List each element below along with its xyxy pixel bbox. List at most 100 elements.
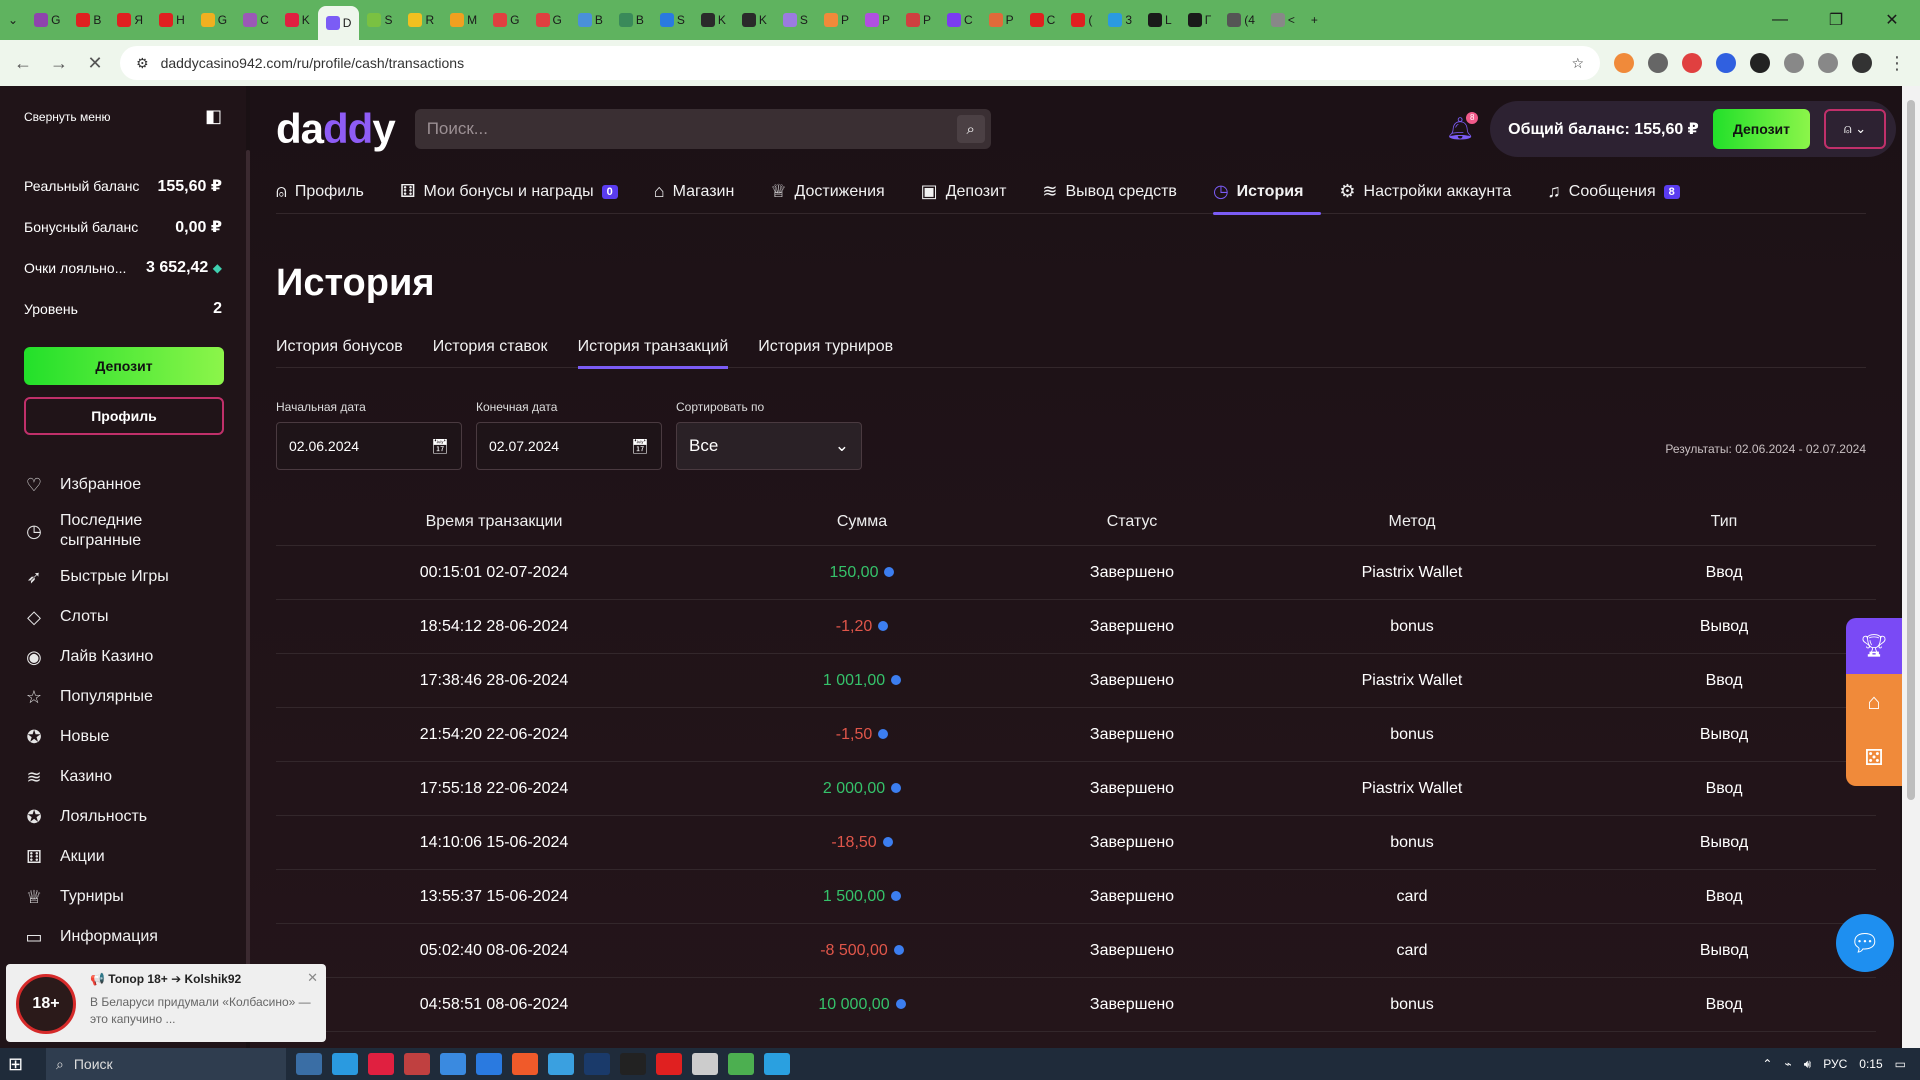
calendar-icon[interactable]: 📅︎ <box>431 438 449 455</box>
app-icon[interactable] <box>404 1053 430 1075</box>
chrome-icon[interactable] <box>728 1053 754 1075</box>
browser-tab[interactable]: K <box>734 6 775 34</box>
task-view-icon[interactable] <box>296 1053 322 1075</box>
opera-icon[interactable] <box>368 1053 394 1075</box>
logo[interactable]: daddy <box>276 105 396 153</box>
kebab-menu-icon[interactable]: ⋮ <box>1886 53 1908 74</box>
puzzle-extensions-icon[interactable] <box>1784 53 1804 73</box>
sidebar-item[interactable]: ≋ Казино <box>24 757 222 797</box>
site-info-icon[interactable]: ⚙ <box>136 55 149 72</box>
notifications-icon[interactable]: ▭ <box>1895 1057 1906 1071</box>
browser-tab[interactable]: C <box>235 6 277 34</box>
nav-tab[interactable]: ▣ Депозит <box>921 170 1025 214</box>
browser-tab[interactable]: S <box>775 6 816 34</box>
history-subtab[interactable]: История бонусов <box>276 326 403 368</box>
nav-tab[interactable]: ⚙ Настройки аккаунта <box>1339 170 1529 214</box>
app-icon[interactable] <box>584 1053 610 1075</box>
browser-tab[interactable]: P <box>981 6 1022 34</box>
notepad-icon[interactable] <box>692 1053 718 1075</box>
edge-icon[interactable] <box>332 1053 358 1075</box>
back-icon[interactable]: ← <box>12 53 34 74</box>
browser-tab[interactable]: M <box>442 6 485 34</box>
nav-tab[interactable]: ♕ Достижения <box>770 170 902 214</box>
browser-tab[interactable]: H <box>151 6 193 34</box>
sort-select[interactable]: Все ⌄ <box>676 422 862 470</box>
app-icon[interactable] <box>620 1053 646 1075</box>
nav-tab[interactable]: ◷ История <box>1212 170 1322 215</box>
scrollbar-thumb[interactable] <box>1907 100 1915 800</box>
shield-extension-icon[interactable] <box>1648 53 1668 73</box>
nav-tab[interactable]: ⚅ Мои бонусы и награды 0 <box>400 170 636 214</box>
sidebar-deposit-button[interactable]: Депозит <box>24 347 224 385</box>
camera-extension-icon[interactable] <box>1682 53 1702 73</box>
sidebar-item[interactable]: ⚅ Акции <box>24 837 222 877</box>
sidebar-item[interactable]: ☆ Популярные <box>24 677 222 717</box>
search-icon[interactable]: ⌕ <box>956 115 985 143</box>
search-input[interactable]: Поиск... <box>427 119 488 139</box>
browser-tab[interactable]: < <box>1263 6 1303 34</box>
browser-tab[interactable]: P <box>898 6 939 34</box>
browser-tab[interactable]: B <box>68 6 109 34</box>
close-icon[interactable]: ✕ <box>307 970 318 986</box>
browser-tab[interactable]: P <box>857 6 898 34</box>
browser-tab[interactable]: C <box>1022 6 1064 34</box>
taskbar-search[interactable]: ⌕ Поиск <box>46 1048 286 1080</box>
browser-tab[interactable]: S <box>652 6 693 34</box>
notification-toast[interactable]: 18+ 📢 Топор 18+ ➔ Kolshik92 В Беларуси п… <box>6 964 326 1042</box>
app-icon[interactable] <box>476 1053 502 1075</box>
nav-tab[interactable]: ⍝ Профиль <box>276 170 382 214</box>
user-menu-button[interactable]: ⍝ ⌄ <box>1824 109 1886 149</box>
chevron-up-icon[interactable]: ⌃ <box>1762 1057 1772 1071</box>
forward-icon[interactable]: → <box>48 53 70 74</box>
browser-tab[interactable]: G <box>485 6 527 34</box>
sidebar-item[interactable]: ✪ Новые <box>24 717 222 757</box>
browser-tab[interactable]: G <box>528 6 570 34</box>
language-indicator[interactable]: РУС <box>1823 1057 1847 1071</box>
sidebar-item[interactable]: ◉ Лайв Казино <box>24 637 222 677</box>
calendar-icon[interactable]: 📅︎ <box>631 438 649 455</box>
browser-tab[interactable]: L <box>1140 6 1180 34</box>
end-date-input[interactable]: 02.07.2024 📅︎ <box>476 422 662 470</box>
close-icon[interactable]: ✕ <box>1864 10 1920 30</box>
bookmark-star-icon[interactable]: ☆ <box>1571 55 1584 72</box>
browser-tab[interactable]: P <box>816 6 857 34</box>
minimize-icon[interactable]: — <box>1752 11 1808 29</box>
maximize-icon[interactable]: ❐ <box>1808 10 1864 30</box>
browser-tab[interactable]: K <box>277 6 318 34</box>
network-icon[interactable]: ⌁ <box>1784 1057 1791 1071</box>
browser-tab[interactable]: B <box>570 6 611 34</box>
header-deposit-button[interactable]: Депозит <box>1712 109 1810 149</box>
history-subtab[interactable]: История ставок <box>433 326 548 368</box>
brave-icon[interactable] <box>512 1053 538 1075</box>
clock[interactable]: 0:15 <box>1859 1057 1882 1071</box>
sidebar-toggle-icon[interactable]: ◧ <box>205 106 222 127</box>
shop-widget-button[interactable]: ⌂ <box>1846 674 1902 730</box>
chat-button[interactable]: 💬︎ <box>1836 914 1894 972</box>
browser-tab[interactable]: ( <box>1063 6 1100 34</box>
history-subtab[interactable]: История турниров <box>758 326 893 368</box>
page-scrollbar[interactable] <box>1902 86 1920 1048</box>
windows-start-icon[interactable]: ⊞ <box>8 1054 36 1075</box>
tab-search-button[interactable]: ⌄ <box>0 6 26 34</box>
browser-tab[interactable]: D <box>317 6 360 40</box>
media-control-icon[interactable] <box>1818 53 1838 73</box>
new-tab-button[interactable]: + <box>1303 6 1326 34</box>
browser-tab[interactable]: K <box>693 6 734 34</box>
sidebar-item[interactable]: ➶ Быстрые Игры <box>24 557 222 597</box>
metamask-extension-icon[interactable] <box>1614 53 1634 73</box>
sidebar-profile-button[interactable]: Профиль <box>24 397 224 435</box>
browser-tab[interactable]: (4 <box>1219 6 1263 34</box>
sidebar-item[interactable]: ▭ Информация <box>24 917 222 957</box>
browser-tab[interactable]: B <box>611 6 652 34</box>
browser-tab[interactable]: Я <box>109 6 151 34</box>
browser-tab[interactable]: 3 <box>1100 6 1140 34</box>
search-bar[interactable]: Поиск... ⌕ <box>414 109 991 149</box>
vpn-extension-icon[interactable] <box>1716 53 1736 73</box>
app-icon[interactable] <box>548 1053 574 1075</box>
browser-tab[interactable]: Г <box>1180 6 1220 34</box>
tournaments-widget-button[interactable]: 🏆︎ <box>1846 618 1902 674</box>
stop-icon[interactable]: ✕ <box>84 53 106 74</box>
browser-tab[interactable]: R <box>400 6 442 34</box>
sidebar-item[interactable]: ◷ Последние сыгранные <box>24 505 222 557</box>
sidebar-item[interactable]: ✪ Лояльность <box>24 797 222 837</box>
